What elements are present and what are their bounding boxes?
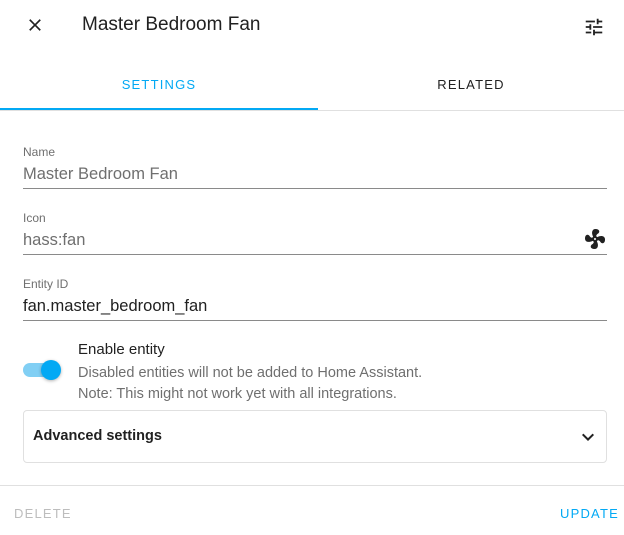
enable-entity-toggle[interactable] [23,360,61,380]
entity-id-input[interactable]: fan.master_bedroom_fan [23,297,207,316]
advanced-settings-label: Advanced settings [33,428,162,444]
entity-id-label: Entity ID [23,277,69,291]
close-button[interactable] [22,12,48,38]
close-icon [29,19,41,31]
update-button[interactable]: UPDATE [560,506,619,521]
delete-button[interactable]: DELETE [14,506,72,521]
dialog-title: Master Bedroom Fan [82,14,261,35]
dialog-header: Master Bedroom Fan [0,0,624,52]
tune-icon [585,18,603,36]
fan-icon [585,229,606,249]
enable-entity-title: Enable entity [78,341,165,358]
icon-input[interactable]: hass:fan [23,231,85,250]
name-label: Name [23,145,56,159]
enable-desc-line-1: Disabled entities will not be added to H… [78,365,423,381]
tune-button[interactable] [581,14,607,40]
toggle-thumb [41,360,61,380]
enable-desc-line-2: Note: This might not work yet with all i… [78,386,397,402]
entity-id-field[interactable]: Entity ID fan.master_bedroom_fan [23,277,607,321]
advanced-settings-expander[interactable]: Advanced settings [23,410,607,463]
chevron-down-icon [582,433,594,441]
name-field[interactable]: Name Master Bedroom Fan [23,145,607,189]
dialog-footer: DELETE UPDATE [0,485,624,535]
icon-label: Icon [23,211,46,225]
tab-bar: SETTINGS RELATED [0,60,624,111]
name-input[interactable]: Master Bedroom Fan [23,165,178,184]
tab-settings[interactable]: SETTINGS [0,60,318,110]
icon-field[interactable]: Icon hass:fan [23,211,607,255]
enable-entity-description: Disabled entities will not be added to H… [78,363,422,405]
tab-related[interactable]: RELATED [318,60,624,108]
